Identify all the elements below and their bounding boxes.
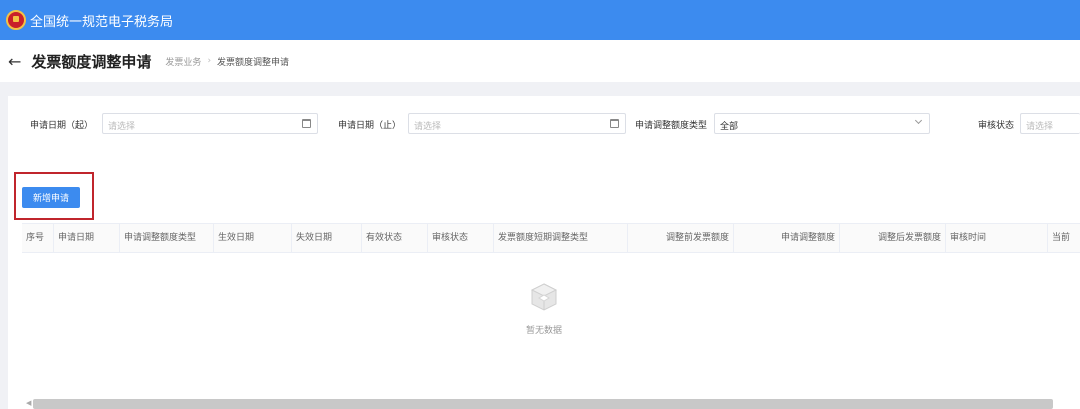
column-header: 调整前发票额度 — [628, 224, 734, 253]
column-header: 审核状态 — [428, 224, 494, 253]
breadcrumb-item-invoice-business[interactable]: 发票业务 — [165, 55, 201, 68]
column-header: 审核时间 — [946, 224, 1048, 253]
audit-status-placeholder: 请选择 — [1026, 122, 1054, 132]
end-date-label: 申请日期（止） — [338, 121, 402, 131]
column-header: 有效状态 — [362, 224, 428, 253]
breadcrumb-item-current: 发票额度调整申请 — [217, 57, 290, 68]
empty-text: 暂无数据 — [525, 326, 562, 336]
calendar-icon — [302, 119, 311, 128]
back-arrow-icon[interactable]: ← — [8, 52, 21, 71]
start-date-placeholder: 请选择 — [108, 122, 136, 132]
filter-row: 申请日期（起） 请选择 申请日期（止） 请选择 申请调整额度类型 全部 审核状态… — [8, 113, 1080, 135]
end-date-picker[interactable]: 请选择 — [408, 113, 626, 134]
column-header: 当前 — [1052, 233, 1071, 243]
column-header: 申请日期 — [54, 224, 120, 253]
tax-emblem-icon — [6, 10, 26, 30]
column-header: 调整后发票额度 — [840, 224, 946, 253]
app-title: 全国统一规范电子税务局 — [30, 14, 174, 30]
audit-status-select[interactable]: 请选择 — [1020, 113, 1080, 134]
audit-status-label: 审核状态 — [978, 121, 1015, 131]
column-header: 申请调整额度类型 — [120, 224, 214, 253]
adjust-type-select[interactable]: 全部 — [714, 113, 930, 134]
column-header: 申请调整额度 — [734, 224, 840, 253]
page-header: ← 发票额度调整申请 发票业务 › 发票额度调整申请 — [0, 40, 1080, 82]
add-application-button[interactable]: 新增申请 — [22, 187, 80, 208]
calendar-icon — [610, 119, 619, 128]
column-header: 序号 — [22, 224, 54, 253]
start-date-picker[interactable]: 请选择 — [102, 113, 318, 134]
column-header: 发票额度短期调整类型 — [494, 224, 628, 253]
start-date-label: 申请日期（起） — [30, 121, 94, 131]
empty-state: 暂无数据 — [8, 281, 1080, 336]
column-header: 失效日期 — [292, 224, 362, 253]
scroll-left-icon[interactable]: ◀ — [26, 399, 31, 407]
adjust-type-label: 申请调整额度类型 — [635, 121, 708, 131]
breadcrumb-separator-icon: › — [207, 56, 212, 66]
empty-box-icon — [528, 281, 560, 313]
column-header: 生效日期 — [214, 224, 292, 253]
horizontal-scrollbar[interactable] — [33, 399, 1053, 409]
top-bar: 全国统一规范电子税务局 — [0, 0, 1080, 40]
main-panel: 申请日期（起） 请选择 申请日期（止） 请选择 申请调整额度类型 全部 审核状态… — [8, 96, 1080, 409]
adjust-type-value: 全部 — [720, 122, 739, 132]
page-title: 发票额度调整申请 — [31, 52, 152, 71]
end-date-placeholder: 请选择 — [414, 122, 442, 132]
chevron-down-icon — [914, 116, 923, 125]
table-header: 序号 申请日期 申请调整额度类型 生效日期 失效日期 有效状态 审核状态 发票额… — [22, 223, 1080, 253]
